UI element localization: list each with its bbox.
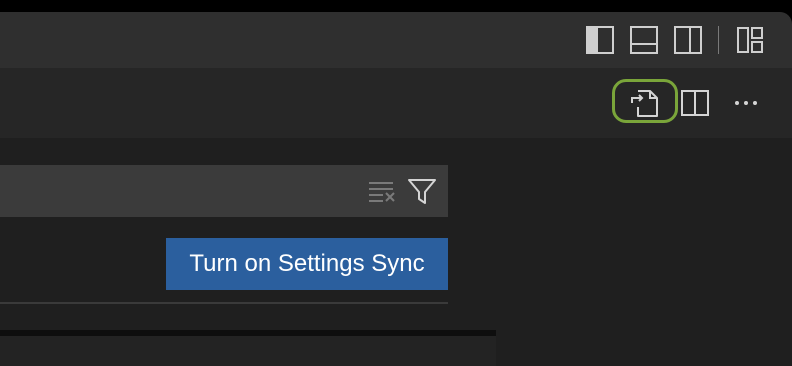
customize-layout-icon[interactable] (736, 26, 764, 54)
settings-editor: Turn on Settings Sync (0, 138, 792, 366)
split-editor-icon[interactable] (678, 86, 712, 120)
editor-window: Turn on Settings Sync (0, 12, 792, 366)
toggle-primary-sidebar-icon[interactable] (586, 26, 614, 54)
toggle-panel-icon[interactable] (630, 26, 658, 54)
filter-icon[interactable] (407, 177, 437, 210)
settings-search-bar[interactable] (0, 165, 448, 217)
titlebar-separator (718, 26, 719, 54)
settings-list-area (0, 336, 496, 366)
toggle-secondary-sidebar-icon[interactable] (674, 26, 702, 54)
divider (0, 302, 448, 304)
clear-filter-icon[interactable] (367, 177, 397, 210)
title-bar (0, 12, 792, 68)
turn-on-settings-sync-button[interactable]: Turn on Settings Sync (166, 238, 448, 290)
open-settings-json-highlight (612, 79, 678, 123)
more-actions-icon[interactable] (729, 86, 763, 120)
